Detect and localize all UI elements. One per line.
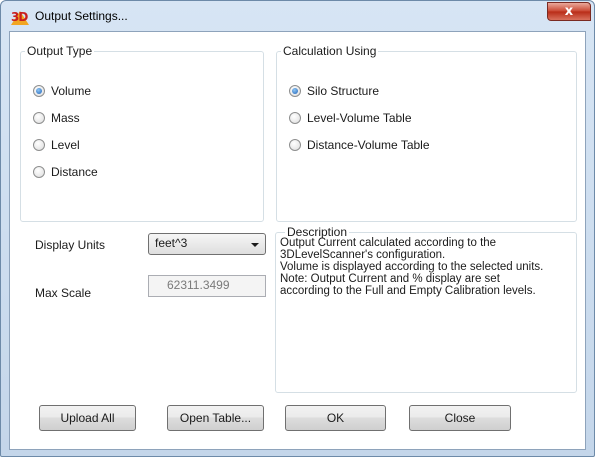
radio-distance-volume-table-label: Distance-Volume Table	[307, 138, 430, 152]
output-type-legend: Output Type	[27, 44, 93, 58]
radio-level-volume-table-button[interactable]	[289, 112, 301, 124]
description-line: according to the Full and Empty Calibrat…	[280, 285, 536, 297]
app-logo-icon: 3D	[11, 10, 29, 25]
output-settings-dialog: 3D Output Settings... x Output Type Volu…	[0, 0, 595, 457]
radio-silo-structure-button[interactable]	[289, 85, 301, 97]
radio-silo-structure[interactable]: Silo Structure	[289, 83, 379, 99]
radio-level-label: Level	[51, 138, 80, 152]
radio-mass-button[interactable]	[33, 112, 45, 124]
close-icon: x	[564, 4, 574, 19]
close-button[interactable]: Close	[409, 405, 511, 431]
radio-level-volume-table[interactable]: Level-Volume Table	[289, 110, 412, 126]
display-units-value: feet^3	[155, 236, 188, 250]
radio-distance[interactable]: Distance	[33, 164, 98, 180]
radio-distance-volume-table[interactable]: Distance-Volume Table	[289, 137, 430, 153]
radio-volume-button[interactable]	[33, 85, 45, 97]
open-table-button[interactable]: Open Table...	[167, 405, 264, 431]
calculation-using-legend: Calculation Using	[283, 44, 377, 58]
dialog-body: Output Type Volume Mass Level Distance C…	[9, 31, 586, 450]
output-type-group: Output Type Volume Mass Level Distance	[20, 44, 264, 222]
description-line: Output Current calculated according to t…	[280, 237, 497, 249]
radio-distance-button[interactable]	[33, 166, 45, 178]
upload-all-button[interactable]: Upload All	[39, 405, 136, 431]
chevron-down-icon	[251, 243, 259, 247]
radio-level-button[interactable]	[33, 139, 45, 151]
display-units-dropdown[interactable]: feet^3	[148, 233, 266, 255]
window-title: Output Settings...	[35, 9, 128, 23]
radio-distance-volume-table-button[interactable]	[289, 139, 301, 151]
radio-volume-label: Volume	[51, 84, 92, 98]
max-scale-field[interactable]: 62311.3499	[148, 275, 266, 297]
description-line: Note: Output Current and % display are s…	[280, 273, 500, 285]
radio-silo-structure-label: Silo Structure	[307, 84, 380, 98]
radio-level[interactable]: Level	[33, 137, 80, 153]
radio-level-volume-table-label: Level-Volume Table	[307, 111, 412, 125]
description-text: Output Current calculated according to t…	[280, 237, 576, 297]
close-window-button[interactable]: x	[547, 2, 591, 21]
radio-distance-label: Distance	[51, 165, 98, 179]
title-bar[interactable]: 3D Output Settings... x	[1, 1, 594, 31]
radio-mass-label: Mass	[51, 111, 80, 125]
ok-button[interactable]: OK	[285, 405, 386, 431]
description-line: Volume is displayed according to the sel…	[280, 261, 544, 273]
radio-volume[interactable]: Volume	[33, 83, 91, 99]
max-scale-label: Max Scale	[35, 286, 92, 300]
description-line: 3DLevelScanner's configuration.	[280, 249, 446, 261]
radio-mass[interactable]: Mass	[33, 110, 80, 126]
calculation-using-group: Calculation Using Silo Structure Level-V…	[276, 44, 577, 222]
display-units-label: Display Units	[35, 238, 106, 252]
